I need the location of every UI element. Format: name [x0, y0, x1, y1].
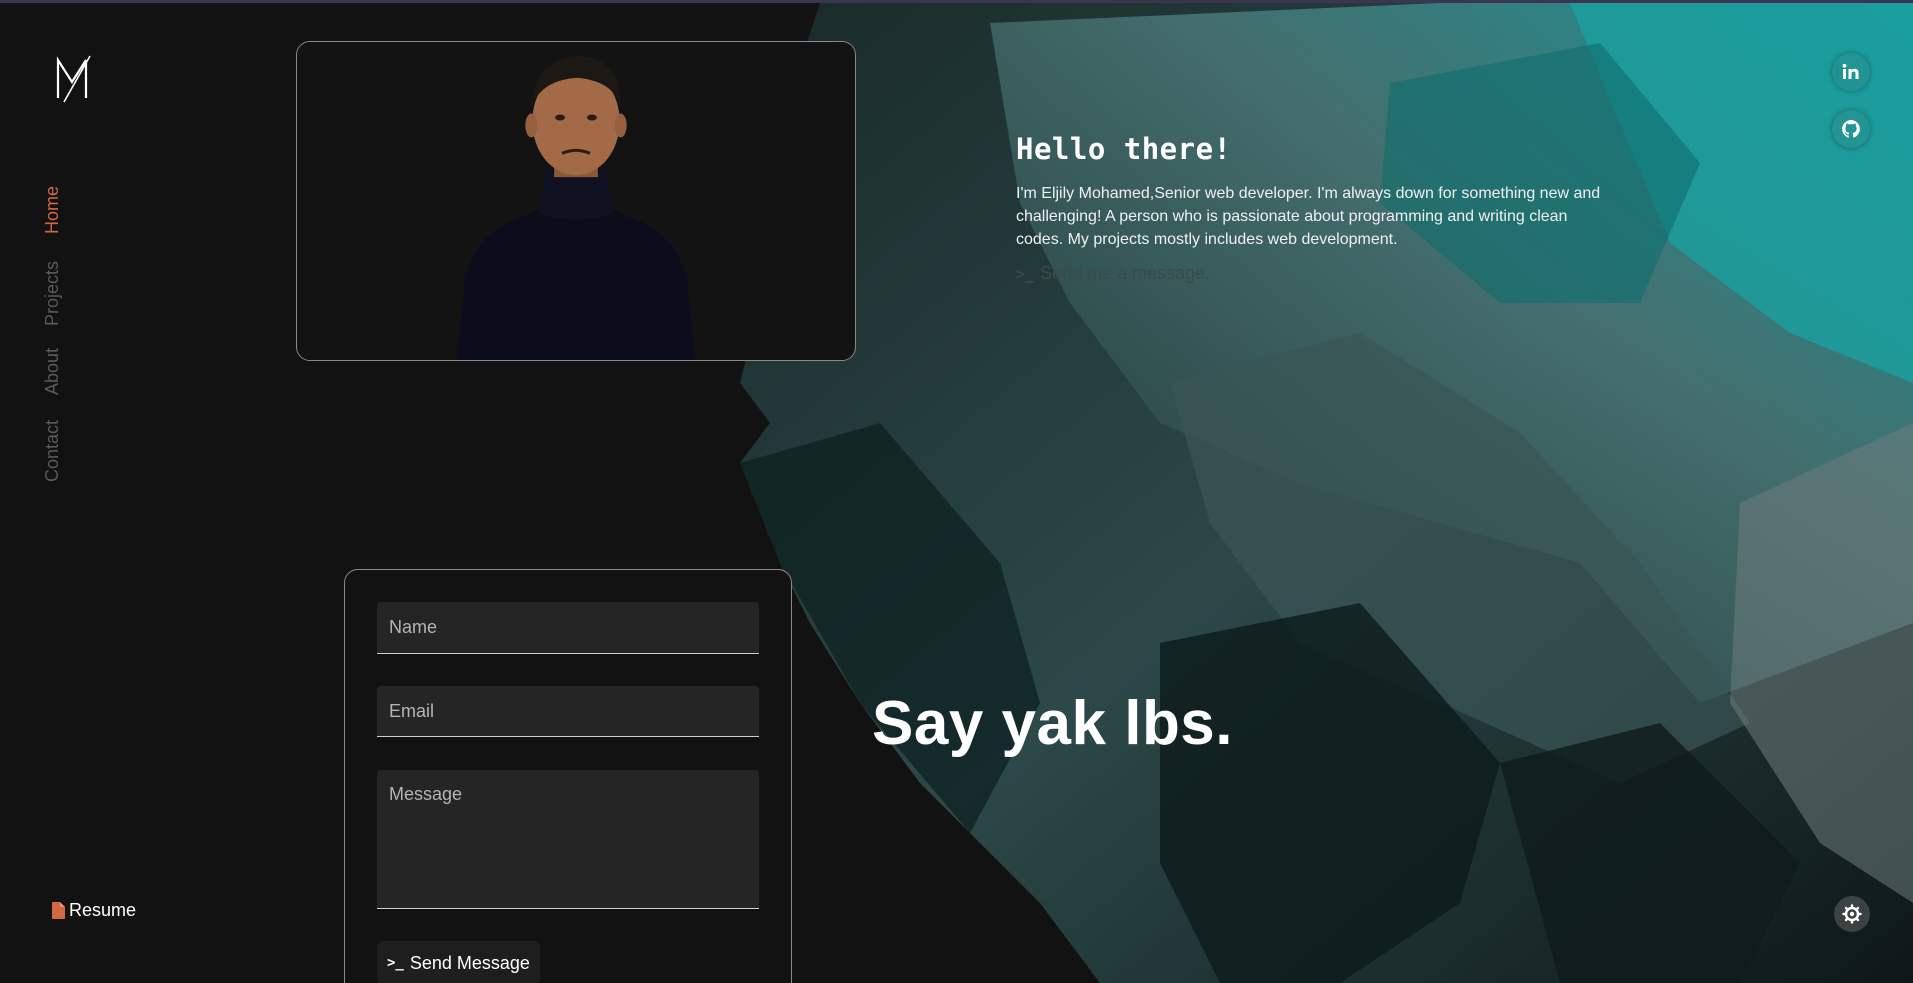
send-message-link[interactable]: >_ Send me a message. — [1016, 263, 1636, 284]
github-button[interactable] — [1832, 110, 1870, 148]
contact-form: >_ Send Message — [344, 569, 792, 983]
tagline: Say yak lbs. — [872, 689, 1234, 758]
send-message-label: Send me a message. — [1040, 263, 1211, 283]
profile-photo — [297, 42, 855, 360]
linkedin-icon — [1842, 63, 1859, 79]
github-icon — [1842, 120, 1860, 138]
intro-section: Hello there! I'm Eljily Mohamed,Senior w… — [1016, 132, 1636, 284]
intro-heading: Hello there! — [1016, 132, 1232, 166]
nav-home[interactable]: Home — [42, 186, 63, 234]
message-textarea[interactable] — [377, 770, 759, 909]
email-input[interactable] — [377, 686, 759, 737]
resume-link[interactable]: Resume — [52, 900, 136, 921]
send-message-button[interactable]: >_ Send Message — [377, 941, 540, 983]
nav-projects[interactable]: Projects — [42, 261, 63, 326]
terminal-icon: >_ — [387, 955, 404, 971]
logo[interactable] — [50, 52, 94, 104]
linkedin-button[interactable] — [1832, 53, 1870, 91]
nav-about[interactable]: About — [42, 348, 63, 395]
file-icon — [52, 902, 65, 919]
settings-button[interactable] — [1834, 896, 1870, 932]
send-message-button-label: Send Message — [409, 952, 530, 973]
profile-photo-card — [296, 41, 856, 361]
nav-contact[interactable]: Contact — [42, 420, 63, 482]
terminal-icon: >_ — [1016, 264, 1035, 283]
intro-bio: I'm Eljily Mohamed,Senior web developer.… — [1016, 185, 1601, 248]
resume-label: Resume — [69, 900, 137, 920]
settings-icon — [1842, 904, 1862, 924]
name-input[interactable] — [377, 602, 759, 654]
